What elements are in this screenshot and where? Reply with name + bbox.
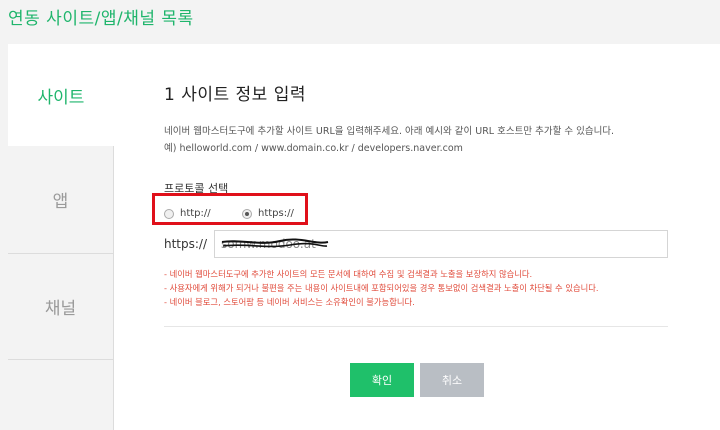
side-tab-filler (8, 360, 114, 430)
tab-site-label: 사이트 (37, 87, 85, 108)
section-description: 네이버 웹마스터도구에 추가할 사이트 URL을 입력해주세요. 아래 예시와 … (164, 126, 615, 137)
tab-app[interactable]: 앱 (8, 146, 114, 254)
radio-https-label: https:// (258, 208, 294, 219)
tab-site[interactable]: 사이트 (8, 44, 114, 146)
url-examples: 예) helloworld.com / www.domain.co.kr / d… (164, 143, 463, 154)
redaction-scribble (221, 238, 329, 248)
radio-https-circle[interactable] (242, 208, 252, 219)
site-info-panel: 1 사이트 정보 입력 네이버 웹마스터도구에 추가할 사이트 URL을 입력해… (114, 44, 720, 430)
notice-item: - 네이버 블로그, 스토어팜 등 네이버 서비스는 소유확인이 불가능합니다. (164, 297, 415, 307)
page-title: 연동 사이트/앱/채널 목록 (8, 9, 194, 29)
section-title: 1 사이트 정보 입력 (164, 85, 307, 105)
divider (164, 326, 668, 327)
radio-https[interactable]: https:// (242, 208, 294, 219)
notice-list: - 네이버 웹마스터도구에 추가한 사이트의 모든 문서에 대하여 수집 및 검… (164, 267, 599, 309)
notice-item: - 네이버 웹마스터도구에 추가한 사이트의 모든 문서에 대하여 수집 및 검… (164, 269, 533, 279)
radio-http[interactable]: http:// (164, 208, 211, 219)
cancel-button[interactable]: 취소 (420, 363, 484, 397)
tab-channel[interactable]: 채널 (8, 254, 114, 360)
tab-channel-label: 채널 (44, 299, 77, 319)
tab-app-label: 앱 (52, 192, 69, 212)
radio-http-label: http:// (180, 208, 211, 219)
radio-http-circle[interactable] (164, 208, 174, 219)
protocol-prefix: https:// (164, 237, 208, 251)
side-tabs: 사이트 앱 채널 (8, 44, 114, 430)
confirm-button[interactable]: 확인 (350, 363, 414, 397)
notice-item: - 사용자에게 위해가 되거나 불편을 주는 내용이 사이트내에 포함되어있을 … (164, 283, 599, 293)
